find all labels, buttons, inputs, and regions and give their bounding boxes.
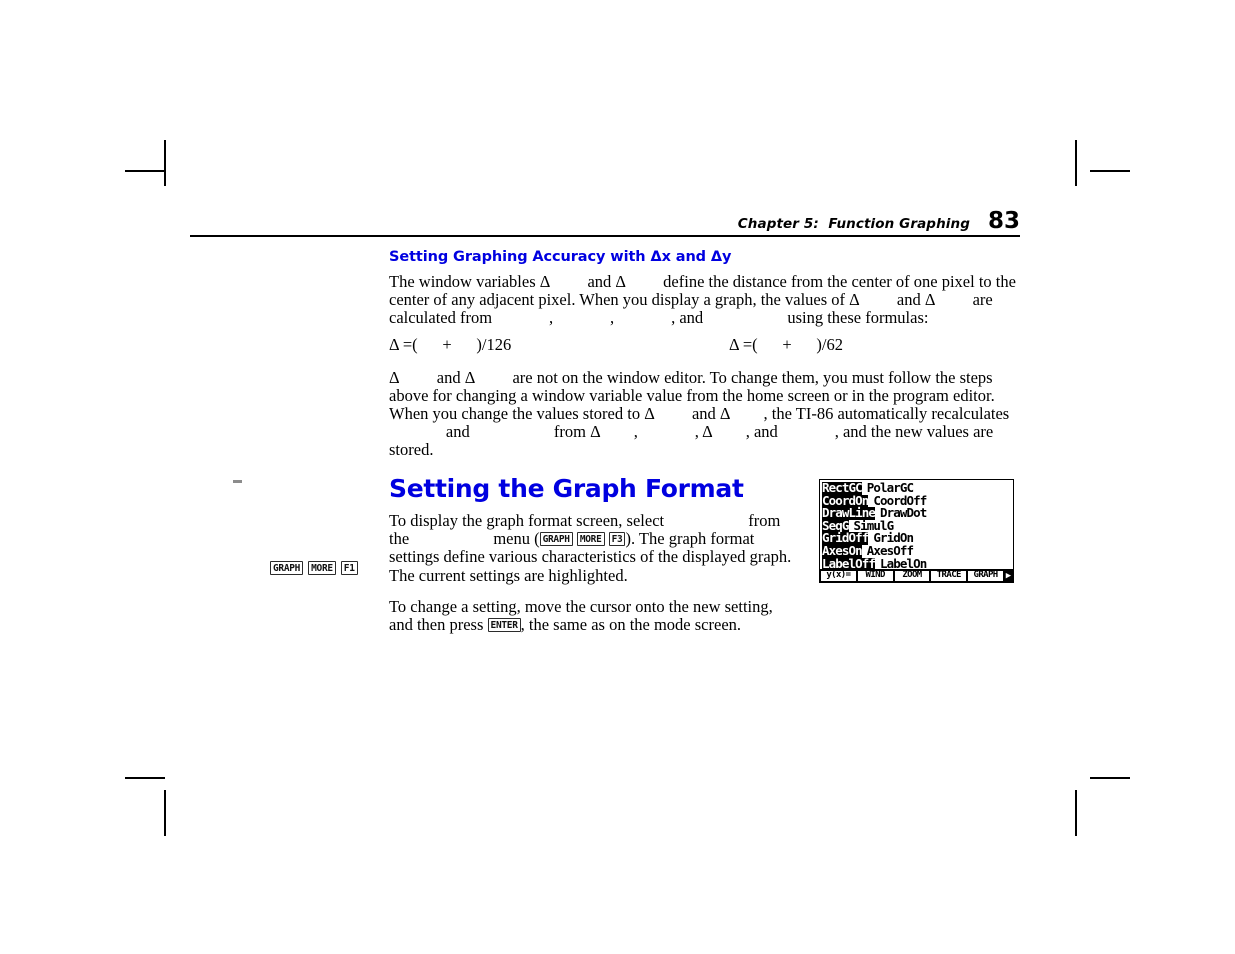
text-frag: The window variables Δ [389, 272, 551, 291]
text-frag: , and [745, 422, 782, 442]
text-frag: and Δ [432, 367, 476, 387]
heading-setting-the-graph-format: Setting the Graph Format [389, 474, 744, 503]
crop-mark-top-right-vertical [1075, 140, 1077, 186]
lcd-menu-zoom[interactable]: ZOOM [894, 570, 930, 581]
margin-keycap-graph[interactable]: GRAPH [270, 561, 304, 575]
text-frag: , [633, 422, 642, 442]
text-frag: and Δ [583, 272, 627, 291]
graph-format-section: Setting the Graph Format To display the … [389, 474, 799, 634]
lcd-menu-graph[interactable]: GRAPH [968, 570, 1003, 581]
page-number: 83 [987, 208, 1020, 234]
margin-keycap-more[interactable]: MORE [308, 561, 336, 575]
margin-dash-mark [233, 480, 242, 483]
paragraph-display-graph-format: To display the graph format screen, sele… [389, 511, 799, 585]
text-frag: To display the graph format screen, sele… [389, 511, 669, 530]
text-frag: , the same as on the mode screen. [520, 615, 742, 635]
calculator-lcd-screenshot: RectGC PolarGC CoordOn CoordOff DrawLine Dr… [819, 479, 1014, 583]
keycap-f3[interactable]: F3 [608, 532, 626, 547]
lcd-menu-bar: y(x)= WIND ZOOM TRACE GRAPH ▶ [820, 569, 1013, 582]
crop-mark-top-left-horizontal [125, 170, 165, 172]
crop-mark-bottom-right-vertical [1075, 790, 1077, 836]
main-content: Setting Graphing Accuracy with Δx and Δy… [389, 249, 1016, 460]
margin-keycap-f1[interactable]: F1 [340, 561, 358, 575]
text-frag: and Δ [892, 290, 936, 310]
text-frag: using these formulas: [783, 308, 929, 328]
crop-mark-bottom-right-horizontal [1090, 777, 1130, 779]
chapter-label: Chapter 5: Function Graphing [737, 216, 970, 232]
lcd-menu-more-arrow-icon[interactable]: ▶ [1003, 569, 1013, 582]
text-frag: , [610, 308, 619, 328]
keycap-more[interactable]: MORE [576, 532, 605, 547]
crop-mark-top-left-vertical [164, 140, 166, 186]
formula-row: Δ =( + )/126 Δ =( + )/62 [389, 334, 1016, 356]
keycap-graph[interactable]: GRAPH [539, 532, 573, 547]
text-frag: , the TI-86 automatically recalculates [763, 404, 1014, 424]
crop-mark-bottom-left-vertical [164, 790, 166, 836]
text-frag: , [549, 308, 558, 328]
text-frag: and Δ [687, 404, 731, 424]
formula-delta-x: Δ =( + )/126 [389, 334, 512, 354]
lcd-menu-yx-equals[interactable]: y(x)= [821, 570, 856, 581]
text-frag: from Δ [549, 422, 601, 442]
crop-mark-top-right-horizontal [1090, 170, 1130, 172]
keycap-enter[interactable]: ENTER [487, 618, 521, 633]
text-frag: , and the new values are stored. [389, 422, 998, 460]
text-frag: , Δ [694, 422, 713, 442]
crop-mark-bottom-left-horizontal [125, 777, 165, 779]
page-header-inner: Chapter 5: Function Graphing 83 [738, 210, 1020, 233]
text-frag: and [441, 422, 474, 442]
text-frag: menu ( [489, 529, 540, 549]
formula-delta-y: Δ =( + )/62 [729, 334, 844, 354]
header-rule [190, 235, 1020, 237]
heading-setting-graphing-accuracy: Setting Graphing Accuracy with Δx and Δy [389, 249, 732, 265]
lcd-menu-wind[interactable]: WIND [857, 570, 893, 581]
page-header: Chapter 5: Function Graphing 83 [190, 205, 1020, 237]
paragraph-window-editor: Δ and Δ are not on the window editor. To… [389, 367, 1016, 460]
text-frag: , and [671, 308, 708, 328]
paragraph-change-setting: To change a setting, move the cursor ont… [389, 597, 799, 635]
margin-key-sequence: GRAPH MORE F1 [270, 561, 358, 575]
lcd-menu-trace[interactable]: TRACE [931, 570, 967, 581]
paragraph-window-variables: The window variables Δ and Δ define the … [389, 272, 1016, 328]
